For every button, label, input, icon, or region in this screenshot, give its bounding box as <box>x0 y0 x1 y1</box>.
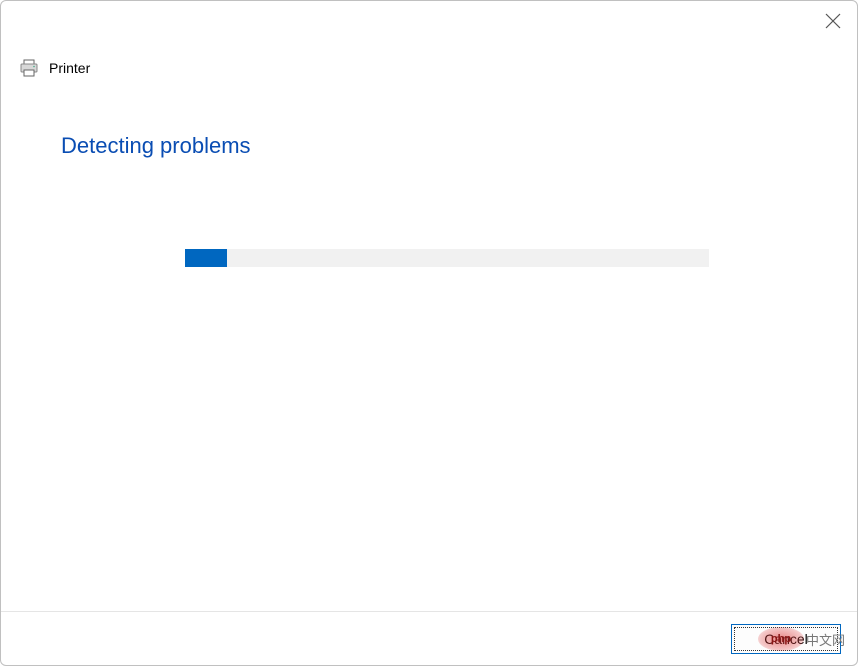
header-row: Printer <box>1 41 857 77</box>
main-content: Detecting problems <box>1 77 857 611</box>
page-heading: Detecting problems <box>61 133 797 159</box>
titlebar <box>1 1 857 41</box>
progress-fill <box>185 249 227 267</box>
close-icon <box>825 13 841 29</box>
printer-icon <box>19 59 39 77</box>
cancel-button-label: Cancel <box>764 631 808 647</box>
cancel-button[interactable]: Cancel <box>731 624 841 654</box>
progress-bar <box>185 249 709 267</box>
footer: Cancel php 中文网 <box>1 611 857 665</box>
close-button[interactable] <box>825 13 841 29</box>
troubleshooter-window: Printer Detecting problems Cancel php 中文… <box>0 0 858 666</box>
window-title: Printer <box>49 60 90 76</box>
